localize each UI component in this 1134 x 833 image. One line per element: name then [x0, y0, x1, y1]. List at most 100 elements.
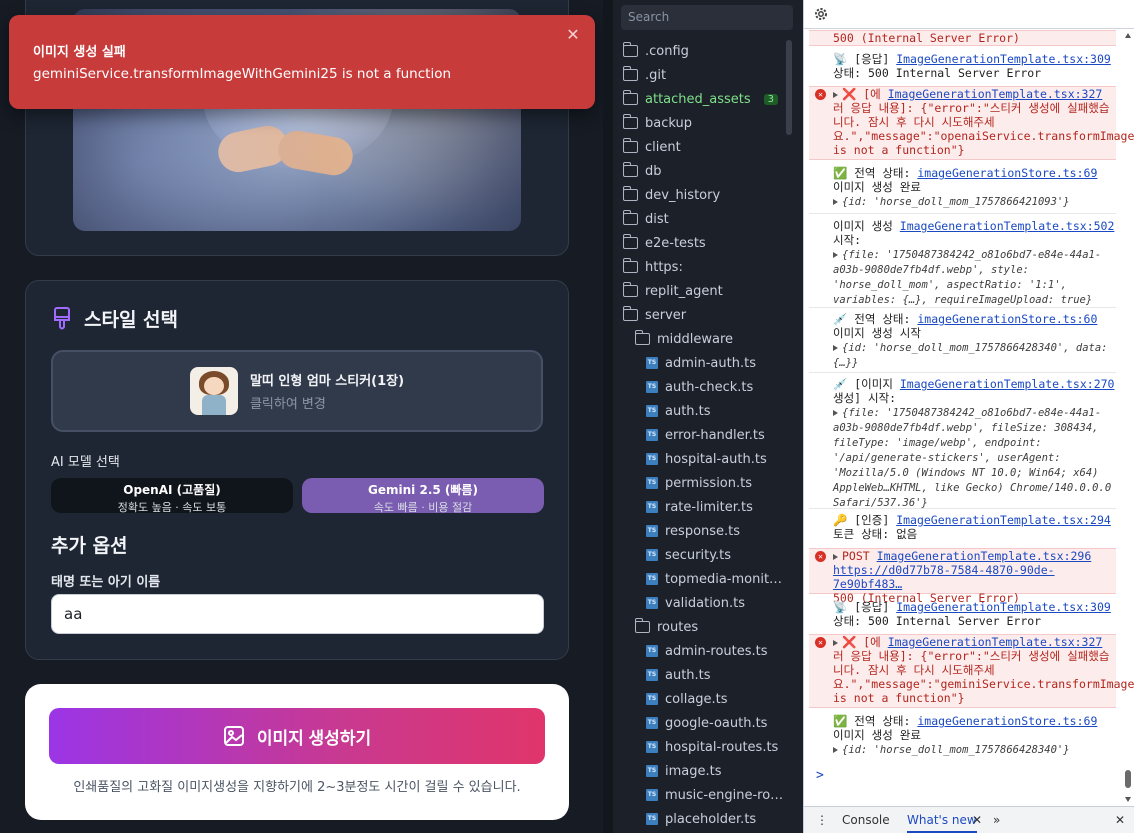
expand-arrow-icon[interactable] — [833, 554, 838, 560]
file-item[interactable]: TS collage.ts — [646, 687, 728, 711]
tab-console[interactable]: Console — [842, 813, 890, 827]
explorer-search-input[interactable]: Search — [621, 5, 793, 30]
folder-item[interactable]: .git — [622, 63, 666, 87]
tree-item-label: replit_agent — [645, 283, 723, 299]
file-item[interactable]: TS admin-auth.ts — [646, 351, 756, 375]
log-tag: 📡 [응답] — [833, 52, 890, 66]
error-icon: ✕ — [815, 637, 826, 648]
model-title: OpenAI (고품질) — [123, 483, 221, 497]
folder-item[interactable]: https: — [622, 255, 683, 279]
source-link[interactable]: ImageGenerationTemplate.tsx:309 — [896, 52, 1111, 66]
file-item[interactable]: TS admin-routes.ts — [646, 639, 768, 663]
file-item[interactable]: TS hospital-routes.ts — [646, 735, 778, 759]
file-item[interactable]: TS placeholder.ts — [646, 807, 756, 831]
model-gemini-button[interactable]: Gemini 2.5 (빠름) 속도 빠름 · 비용 절감 — [302, 478, 544, 514]
expand-arrow-icon[interactable] — [833, 199, 838, 205]
file-item[interactable]: TS image.ts — [646, 759, 722, 783]
expand-arrow-icon[interactable] — [833, 252, 838, 258]
folder-item[interactable]: attached_assets 3 — [622, 87, 779, 111]
typescript-file-icon: TS — [646, 597, 658, 609]
style-name: 말띠 인형 엄마 스티커(1장) — [249, 374, 405, 389]
file-item[interactable]: TS error-handler.ts — [646, 423, 765, 447]
file-item[interactable]: TS auth.ts — [646, 663, 711, 687]
log-tag: 💉 [이미지 — [833, 377, 893, 391]
file-item[interactable]: TS auth.ts — [646, 399, 711, 423]
style-thumbnail — [189, 367, 238, 415]
style-title-row: 스타일 선택 — [52, 305, 178, 332]
more-icon[interactable]: ⋮ — [816, 813, 828, 827]
style-card: 스타일 선택 말띠 인형 엄마 스티커(1장) 클릭하여 변경 AI 모델 선택… — [25, 280, 569, 660]
tree-item-label: collage.ts — [665, 691, 728, 707]
folder-icon — [622, 138, 638, 153]
generate-button-label: 이미지 생성하기 — [256, 728, 372, 748]
expand-arrow-icon[interactable] — [833, 410, 838, 416]
toast-message: geminiService.transformImageWithGemini25… — [33, 66, 452, 82]
chevron-right-icon[interactable]: » — [993, 813, 1000, 827]
source-link[interactable]: ImageGenerationTemplate.tsx:294 — [896, 513, 1111, 527]
style-picker[interactable]: 말띠 인형 엄마 스티커(1장) 클릭하여 변경 — [51, 350, 543, 432]
source-link[interactable]: ImageGenerationTemplate.tsx:309 — [896, 600, 1111, 614]
file-item[interactable]: TS rate-limiter.ts — [646, 495, 753, 519]
folder-item[interactable]: dist — [622, 207, 669, 231]
source-link[interactable]: imageGenerationStore.ts:69 — [917, 714, 1097, 728]
log-error: 500 (Internal Server Error) — [809, 30, 1116, 46]
folder-item[interactable]: e2e-tests — [622, 231, 706, 255]
folder-icon — [622, 186, 638, 201]
folder-item[interactable]: dev_history — [622, 183, 720, 207]
typescript-file-icon: TS — [646, 717, 658, 729]
request-url-link[interactable]: https://d0d77b78-7584-4870-90de-7e90bf48… — [833, 563, 1055, 591]
tree-item-label: permission.ts — [665, 475, 752, 491]
console-prompt[interactable]: > — [816, 768, 824, 783]
folder-item[interactable]: .config — [622, 39, 689, 63]
generate-image-button[interactable]: 이미지 생성하기 — [49, 708, 545, 764]
source-link[interactable]: ImageGenerationTemplate.tsx:270 — [900, 377, 1115, 391]
close-icon[interactable]: ✕ — [565, 27, 581, 43]
folder-item[interactable]: backup — [622, 111, 692, 135]
folder-item[interactable]: replit_agent — [622, 279, 723, 303]
log-tag: ✅ 전역 상태: — [833, 166, 911, 180]
log-entry: ✅ 전역 상태: imageGenerationStore.ts:69 이미지 … — [833, 714, 1098, 756]
baby-name-input[interactable] — [51, 594, 544, 634]
expand-arrow-icon[interactable] — [833, 747, 838, 753]
file-item[interactable]: TS validation.ts — [646, 591, 745, 615]
source-link[interactable]: imageGenerationStore.ts:69 — [917, 166, 1097, 180]
tree-item-label: hospital-routes.ts — [665, 739, 779, 755]
file-item[interactable]: TS topmedia-monit… — [646, 567, 782, 591]
source-link[interactable]: ImageGenerationTemplate.tsx:327 — [888, 635, 1103, 649]
log-tag: ✅ 전역 상태: — [833, 714, 911, 728]
folder-icon — [622, 66, 638, 81]
error-icon: ✕ — [815, 89, 826, 100]
folder-item[interactable]: db — [622, 159, 662, 183]
folder-item[interactable]: middleware — [634, 327, 733, 351]
source-link[interactable]: ImageGenerationTemplate.tsx:296 — [877, 549, 1092, 563]
tab-whats-new[interactable]: What's new — [907, 813, 977, 833]
explorer-scrollbar[interactable] — [786, 40, 792, 135]
close-drawer-icon[interactable]: ✕ — [1115, 813, 1125, 827]
folder-item[interactable]: server — [622, 303, 686, 327]
expand-arrow-icon[interactable] — [833, 92, 838, 98]
folder-item[interactable]: routes — [634, 615, 698, 639]
gear-icon[interactable] — [813, 6, 829, 22]
expand-arrow-icon[interactable] — [833, 640, 838, 646]
source-link[interactable]: ImageGenerationTemplate.tsx:327 — [888, 87, 1103, 101]
typescript-file-icon: TS — [646, 501, 658, 513]
file-item[interactable]: TS auth-check.ts — [646, 375, 753, 399]
file-item[interactable]: TS response.ts — [646, 519, 740, 543]
source-link[interactable]: ImageGenerationTemplate.tsx:502 — [900, 219, 1115, 233]
file-item[interactable]: TS music-engine-ro… — [646, 783, 783, 807]
model-openai-button[interactable]: OpenAI (고품질) 정확도 높음 · 속도 보통 — [51, 478, 293, 514]
file-item[interactable]: TS google-oauth.ts — [646, 711, 767, 735]
devtools-scrollbar[interactable] — [1124, 30, 1132, 805]
source-link[interactable]: imageGenerationStore.ts:60 — [917, 312, 1097, 326]
tree-item-label: https: — [645, 259, 683, 275]
file-item[interactable]: TS permission.ts — [646, 471, 752, 495]
file-item[interactable]: TS security.ts — [646, 543, 731, 567]
tree-item-label: backup — [645, 115, 692, 131]
close-icon[interactable]: ✕ — [972, 813, 982, 827]
tree-item-label: auth-check.ts — [665, 379, 754, 395]
folder-item[interactable]: client — [622, 135, 681, 159]
typescript-file-icon: TS — [646, 429, 658, 441]
expand-arrow-icon[interactable] — [833, 345, 838, 351]
file-item[interactable]: TS hospital-auth.ts — [646, 447, 767, 471]
folder-icon — [622, 306, 638, 321]
